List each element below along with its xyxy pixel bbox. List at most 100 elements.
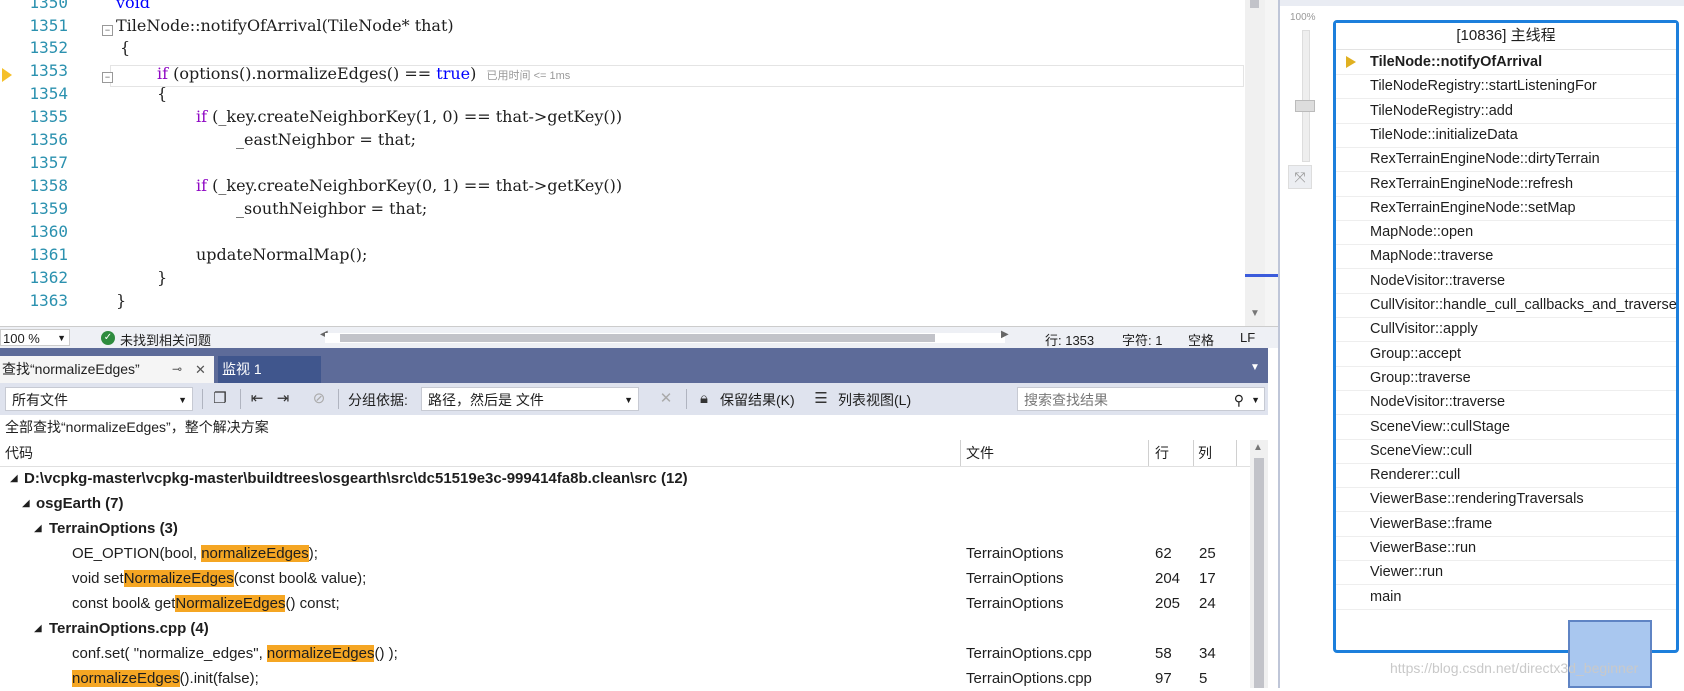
call-stack-frame[interactable]: TileNodeRegistry::startListeningFor xyxy=(1336,73,1676,100)
call-stack-frame[interactable]: NodeVisitor::traverse xyxy=(1336,389,1676,416)
keep-results-button[interactable]: 保留结果(K) xyxy=(720,390,795,410)
call-stack-frame[interactable]: RexTerrainEngineNode::setMap xyxy=(1336,195,1676,221)
code-map-thumbnail[interactable] xyxy=(1568,620,1652,688)
tree-node-root[interactable]: ◢ D:\vcpkg-master\vcpkg-master\buildtrees… xyxy=(0,466,1250,491)
call-stack-frame[interactable]: SceneView::cullStage xyxy=(1336,414,1676,440)
results-scroll-thumb[interactable] xyxy=(1254,458,1264,688)
expand-icon[interactable]: ◢ xyxy=(10,466,18,491)
result-row[interactable]: normalizeEdges().init(false); TerrainOpt… xyxy=(0,666,1250,691)
panel-menu-icon[interactable]: ▼ xyxy=(1250,362,1260,373)
editor-vertical-scrollbar[interactable] xyxy=(1245,0,1265,326)
list-view-icon[interactable]: ☰ xyxy=(812,390,830,408)
issues-status[interactable]: 未找到相关问题 xyxy=(120,330,211,349)
call-stack-frame[interactable]: SceneView::cull xyxy=(1336,438,1676,464)
cancel-icon[interactable]: ✕ xyxy=(657,390,675,408)
lock-icon[interactable]: 🔒︎ xyxy=(695,390,713,408)
call-stack-frame[interactable]: Group::traverse xyxy=(1336,365,1676,391)
copy-icon[interactable]: ❐ xyxy=(211,390,229,408)
call-stack-frame[interactable]: Viewer::run xyxy=(1336,559,1676,586)
column-divider[interactable] xyxy=(1148,440,1149,466)
search-icon[interactable]: ⚲ xyxy=(1234,388,1244,412)
call-stack-frame[interactable]: TileNodeRegistry::add xyxy=(1336,98,1676,124)
call-stack-frame[interactable]: RexTerrainEngineNode::refresh xyxy=(1336,171,1676,197)
result-row[interactable]: OE_OPTION(bool, normalizeEdges); Terrain… xyxy=(0,541,1250,566)
zoom-slider[interactable]: 100% xyxy=(1290,12,1316,162)
tree-node-osgearth[interactable]: ◢ osgEarth (7) xyxy=(0,491,1250,516)
scroll-down-icon[interactable]: ▼ xyxy=(1250,308,1260,319)
code-line-1351[interactable]: TileNode::notifyOfArrival(TileNode* that… xyxy=(116,16,454,35)
call-stack-frame[interactable]: ViewerBase::renderingTraversals xyxy=(1336,486,1676,513)
next-result-icon[interactable]: ⇥ xyxy=(274,390,292,408)
tree-node-file[interactable]: ◢ TerrainOptions (3) xyxy=(0,516,1250,541)
column-row[interactable]: 行 xyxy=(1155,440,1169,466)
indent-mode[interactable]: 空格 xyxy=(1188,330,1214,349)
code-line-1363[interactable]: } xyxy=(116,291,126,310)
clear-filter-icon[interactable]: ⊘ xyxy=(310,390,328,408)
fold-toggle[interactable]: − xyxy=(102,25,113,36)
code-line-1358[interactable]: if (_key.createNeighborKey(0, 1) == that… xyxy=(196,176,622,195)
code-line-1361[interactable]: updateNormalMap(); xyxy=(196,245,367,264)
column-divider[interactable] xyxy=(1193,440,1194,466)
tree-node-file[interactable]: ◢ TerrainOptions.cpp (4) xyxy=(0,616,1250,641)
call-stack-frame[interactable]: ViewerBase::frame xyxy=(1336,511,1676,537)
call-stack-frame[interactable]: Group::accept xyxy=(1336,341,1676,367)
code-line-1354[interactable]: { xyxy=(157,84,167,103)
splitter[interactable] xyxy=(1278,0,1280,688)
tab-find-results[interactable]: 查找“normalizeEdges” ⊸ ✕ xyxy=(0,356,214,383)
column-code[interactable]: 代码 xyxy=(5,440,33,466)
column-divider[interactable] xyxy=(1236,440,1237,466)
list-view-button[interactable]: 列表视图(L) xyxy=(838,390,911,410)
line-ending[interactable]: LF xyxy=(1240,330,1255,345)
call-stack-frame-current[interactable]: TileNode::notifyOfArrival xyxy=(1336,49,1676,75)
result-row[interactable]: conf.set( "normalize_edges", normalizeEd… xyxy=(0,641,1250,666)
scroll-right-icon[interactable]: ▶ xyxy=(1001,329,1009,340)
call-stack-frame-label: NodeVisitor::traverse xyxy=(1370,272,1506,289)
code-line-1362[interactable]: } xyxy=(157,268,167,287)
result-row[interactable]: void setNormalizeEdges(const bool& value… xyxy=(0,566,1250,591)
call-stack-frame[interactable]: TileNode::initializeData xyxy=(1336,122,1676,148)
prev-result-icon[interactable]: ⇤ xyxy=(248,390,266,408)
code-line-1352[interactable]: { xyxy=(120,38,130,57)
call-stack-frame[interactable]: CullVisitor::apply xyxy=(1336,316,1676,343)
call-stack-frame[interactable]: MapNode::open xyxy=(1336,219,1676,246)
call-stack-frame-label: Renderer::cull xyxy=(1370,467,1461,484)
scroll-up-icon[interactable]: ▲ xyxy=(1253,442,1263,453)
call-stack-frame[interactable]: RexTerrainEngineNode::dirtyTerrain xyxy=(1336,146,1676,173)
code-line-1356[interactable]: _eastNeighbor = that; xyxy=(236,130,416,149)
code-line-1353[interactable]: if (options().normalizeEdges() == true) … xyxy=(157,64,570,83)
close-icon[interactable]: ✕ xyxy=(195,356,206,383)
pin-icon[interactable]: ⊸ xyxy=(172,356,182,383)
code-line-1355[interactable]: if (_key.createNeighborKey(1, 0) == that… xyxy=(196,107,622,126)
scope-dropdown[interactable]: 所有文件 ▼ xyxy=(5,387,193,411)
code-line-1350[interactable]: void xyxy=(116,0,150,12)
call-stack-frame[interactable]: NodeVisitor::traverse xyxy=(1336,268,1676,294)
horizontal-scroll-thumb[interactable] xyxy=(340,334,935,342)
result-match: normalizeEdges xyxy=(72,670,180,687)
column-file[interactable]: 文件 xyxy=(966,440,994,466)
cursor-char[interactable]: 字符: 1 xyxy=(1122,330,1162,349)
overview-strip xyxy=(1265,0,1279,326)
editor-scroll-thumb[interactable] xyxy=(1250,0,1259,8)
call-stack-frame[interactable]: MapNode::traverse xyxy=(1336,243,1676,270)
result-row[interactable]: const bool& getNormalizeEdges() const; T… xyxy=(0,591,1250,616)
group-by-dropdown[interactable]: 路径，然后是 文件 ▼ xyxy=(421,387,639,411)
zoom-track[interactable] xyxy=(1302,30,1310,162)
call-stack-frame[interactable]: main xyxy=(1336,584,1676,610)
expand-icon[interactable]: ◢ xyxy=(34,616,42,641)
column-col[interactable]: 列 xyxy=(1198,440,1212,466)
code-editor[interactable]: 1350 1351 1352 1353 1354 1355 1356 1357 … xyxy=(0,0,1245,326)
column-divider[interactable] xyxy=(960,440,961,466)
call-stack-frame[interactable]: CullVisitor::handle_cull_callbacks_and_t… xyxy=(1336,292,1677,318)
zoom-thumb[interactable] xyxy=(1295,100,1315,112)
tab-watch-1[interactable]: 监视 1 xyxy=(218,356,321,383)
code-line-1359[interactable]: _southNeighbor = that; xyxy=(236,199,427,218)
zoom-combo[interactable]: 100 % ▼ xyxy=(0,329,70,346)
expand-icon[interactable]: ◢ xyxy=(34,516,42,541)
fit-view-icon[interactable]: ⤧ xyxy=(1288,165,1312,189)
search-results-input[interactable]: 搜索查找结果 ⚲ ▼ xyxy=(1017,387,1265,411)
call-stack-frame[interactable]: Renderer::cull xyxy=(1336,462,1676,489)
call-stack-frame[interactable]: ViewerBase::run xyxy=(1336,535,1676,561)
fold-toggle[interactable]: − xyxy=(102,72,113,83)
expand-icon[interactable]: ◢ xyxy=(22,491,30,516)
cursor-line[interactable]: 行: 1353 xyxy=(1045,330,1094,349)
